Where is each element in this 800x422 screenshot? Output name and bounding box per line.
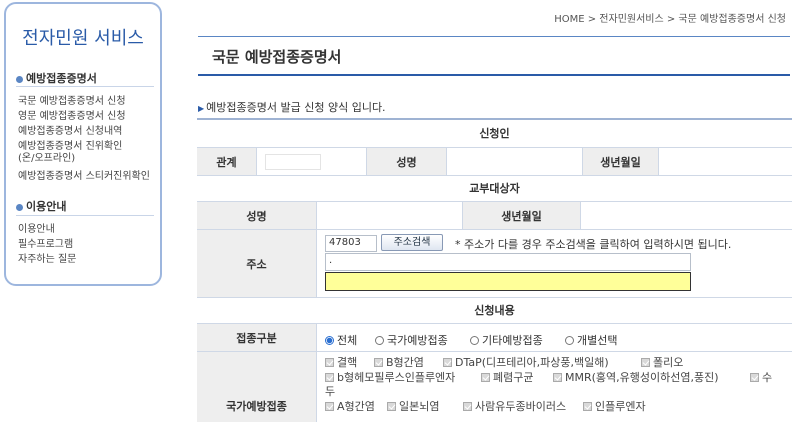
checkbox-flu[interactable]: 인플루엔자	[583, 398, 646, 414]
checkbox-hib[interactable]: b형헤모필루스인플루엔자	[325, 369, 455, 385]
varicella-wrap: 두	[325, 385, 336, 398]
applicant-name-label: 성명	[367, 148, 447, 175]
divider	[16, 86, 154, 87]
sidebar-item-verify-sub[interactable]: (온/오프라인)	[18, 153, 75, 165]
sidebar-item-guide[interactable]: 이용안내	[18, 224, 55, 236]
checkbox-dtap[interactable]: DTaP(디프테리아,파상풍,백일해)	[443, 354, 609, 370]
radio-individual[interactable]: 개별선택	[565, 332, 617, 348]
recipient-birth-label: 생년월일	[463, 202, 581, 229]
radio-icon	[470, 336, 479, 345]
address-cell: 47803 주소검색 * 주소가 다를 경우 주소검색을 클릭하여 입력하시면 …	[317, 230, 792, 297]
radio-selected-icon	[325, 336, 334, 345]
radio-other[interactable]: 기타예방접종	[470, 332, 543, 348]
national-vaccine-row: 국가예방접종 결핵 B형간염 DTaP(디프테리아,파상풍,백일해) 폴리오 b…	[197, 352, 792, 422]
bullet-icon	[16, 203, 23, 211]
sidebar-item-history[interactable]: 예방접종증명서 신청내역	[18, 126, 122, 138]
recipient-name-label: 성명	[197, 202, 317, 229]
check-icon	[325, 373, 334, 382]
type-label: 접종구분	[197, 324, 317, 351]
radio-all[interactable]: 전체	[325, 332, 357, 348]
sidebar-item-programs[interactable]: 필수프로그램	[18, 239, 73, 251]
recipient-birth-field[interactable]	[581, 202, 792, 229]
address-note: * 주소가 다를 경우 주소검색을 클릭하여 입력하시면 됩니다.	[455, 238, 732, 251]
check-icon	[553, 373, 562, 382]
address-search-button[interactable]: 주소검색	[381, 234, 443, 251]
checkbox-je[interactable]: 일본뇌염	[387, 398, 439, 414]
type-options: 전체 국가예방접종 기타예방접종 개별선택	[317, 324, 792, 351]
radio-national[interactable]: 국가예방접종	[375, 332, 448, 348]
relation-select[interactable]	[265, 154, 321, 170]
application-form: 신청인 관계 성명 생년월일 교부대상자 성명 생년월일 주소 47803 주소…	[197, 118, 792, 422]
address-detail-input[interactable]	[325, 272, 691, 291]
applicant-birth-label: 생년월일	[583, 148, 659, 175]
request-header: 신청내용	[197, 298, 792, 324]
sidebar-item-english-cert[interactable]: 영문 예방접종증명서 신청	[18, 111, 126, 123]
address-label: 주소	[197, 230, 317, 297]
divider	[16, 215, 154, 216]
relation-cell	[257, 148, 367, 175]
check-icon	[750, 373, 759, 382]
national-vaccine-list: 결핵 B형간염 DTaP(디프테리아,파상풍,백일해) 폴리오 b형헤모필루스인…	[317, 352, 792, 422]
recipient-row: 성명 생년월일	[197, 202, 792, 230]
radio-icon	[375, 336, 384, 345]
applicant-name-field[interactable]	[447, 148, 583, 175]
applicant-birth-field[interactable]	[659, 148, 792, 175]
sidebar-item-korean-cert[interactable]: 국문 예방접종증명서 신청	[18, 96, 126, 108]
zipcode-input[interactable]: 47803	[325, 235, 377, 252]
bullet-icon	[16, 75, 23, 83]
checkbox-hpv[interactable]: 사람유두종바이러스	[463, 398, 566, 414]
sidebar: 전자민원 서비스 예방접종증명서 국문 예방접종증명서 신청 영문 예방접종증명…	[4, 2, 162, 286]
recipient-name-field[interactable]	[317, 202, 463, 229]
checkbox-varicella[interactable]: 수	[750, 369, 772, 385]
arrow-icon: ▶	[198, 104, 205, 113]
form-description: ▶ 예방접종증명서 발급 신청 양식 입니다.	[198, 101, 386, 114]
sidebar-title: 전자민원 서비스	[22, 28, 144, 49]
check-icon	[443, 358, 452, 367]
sidebar-item-verify[interactable]: 예방접종증명서 진위확인	[18, 141, 122, 153]
divider	[198, 36, 790, 37]
breadcrumb: HOME > 전자민원서비스 > 국문 예방접종증명서 신청	[554, 14, 786, 25]
sidebar-section-guide: 이용안내	[16, 198, 66, 214]
address-line1-input[interactable]: .	[325, 253, 691, 271]
check-icon	[481, 373, 490, 382]
checkbox-pcv[interactable]: 폐렴구균	[481, 369, 533, 385]
type-row: 접종구분 전체 국가예방접종 기타예방접종 개별선택	[197, 324, 792, 352]
checkbox-bcg[interactable]: 결핵	[325, 354, 357, 370]
page-title: 국문 예방접종증명서	[212, 48, 342, 66]
checkbox-hepa[interactable]: A형간염	[325, 398, 375, 414]
checkbox-hepb[interactable]: B형간염	[374, 354, 424, 370]
radio-icon	[565, 336, 574, 345]
sidebar-item-faq[interactable]: 자주하는 질문	[18, 254, 76, 266]
relation-label: 관계	[197, 148, 257, 175]
checkbox-polio[interactable]: 폴리오	[641, 354, 683, 370]
check-icon	[325, 358, 334, 367]
recipient-header: 교부대상자	[197, 176, 792, 202]
address-row: 주소 47803 주소검색 * 주소가 다를 경우 주소검색을 클릭하여 입력하…	[197, 230, 792, 298]
applicant-row: 관계 성명 생년월일	[197, 148, 792, 176]
check-icon	[374, 358, 383, 367]
checkbox-mmr[interactable]: MMR(홍역,유행성이하선염,풍진)	[553, 369, 719, 385]
title-underline	[198, 74, 790, 76]
applicant-header: 신청인	[197, 120, 792, 148]
sidebar-section-certificate: 예방접종증명서	[16, 70, 97, 86]
check-icon	[641, 358, 650, 367]
national-label: 국가예방접종	[197, 352, 317, 422]
sidebar-item-sticker-verify[interactable]: 예방접종증명서 스티커진위확인	[18, 171, 150, 183]
